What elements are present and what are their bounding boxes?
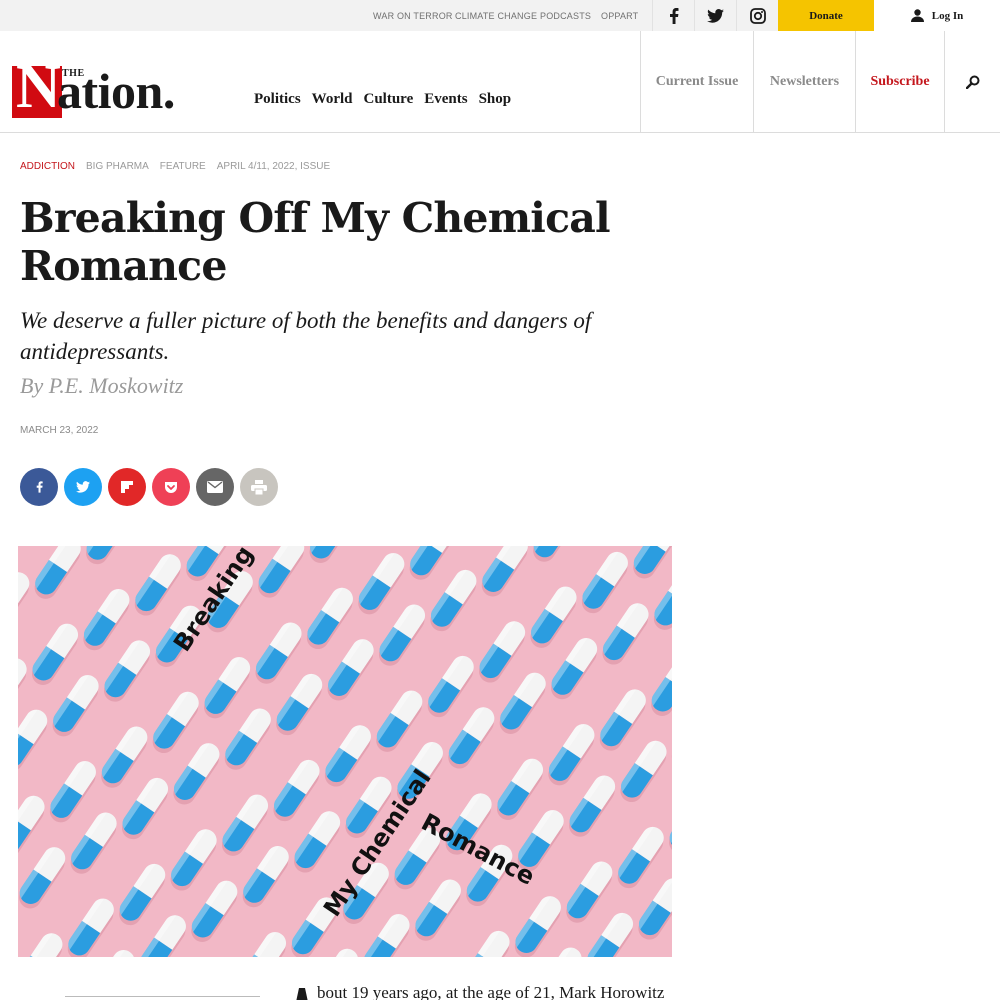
article-headline: Breaking Off My Chemical Romance bbox=[20, 194, 611, 290]
twitter-icon bbox=[76, 481, 90, 493]
article-tags: ADDICTION BIG PHARMA FEATURE APRIL 4/11,… bbox=[20, 161, 341, 172]
email-icon bbox=[207, 481, 223, 493]
drop-cap-a bbox=[296, 988, 308, 1000]
share-flipboard-button[interactable] bbox=[108, 468, 146, 506]
tag-feature[interactable]: FEATURE bbox=[160, 161, 206, 172]
pocket-icon bbox=[165, 481, 177, 493]
instagram-icon bbox=[749, 7, 766, 24]
facebook-link[interactable] bbox=[652, 0, 694, 31]
nav-shop[interactable]: Shop bbox=[479, 91, 512, 108]
search-button[interactable] bbox=[944, 31, 1000, 132]
tag-big-pharma[interactable]: BIG PHARMA bbox=[86, 161, 149, 172]
article-body-first-line: bout 19 years ago, at the age of 21, Mar… bbox=[317, 983, 665, 1000]
article-dek: We deserve a fuller picture of both the … bbox=[20, 308, 592, 364]
user-icon bbox=[910, 9, 924, 22]
twitter-link[interactable] bbox=[694, 0, 736, 31]
logo-n: N bbox=[16, 53, 61, 121]
nav-events[interactable]: Events bbox=[424, 91, 467, 108]
flipboard-icon bbox=[121, 481, 133, 493]
topic-link-climate-change[interactable]: CLIMATE CHANGE bbox=[455, 11, 537, 21]
logo-wordmark: ation. bbox=[57, 63, 175, 119]
share-facebook-button[interactable] bbox=[20, 468, 58, 506]
instagram-link[interactable] bbox=[736, 0, 778, 31]
share-email-button[interactable] bbox=[196, 468, 234, 506]
newsletters-link[interactable]: Newsletters bbox=[753, 31, 855, 132]
subscribe-label: Subscribe bbox=[870, 73, 930, 89]
facebook-icon bbox=[36, 481, 43, 493]
search-icon bbox=[965, 75, 979, 89]
subscribe-link[interactable]: Subscribe bbox=[855, 31, 944, 132]
hero-image: Breaking Off My Chemical Romance bbox=[18, 546, 672, 957]
login-button[interactable]: Log In bbox=[874, 0, 1000, 31]
main-nav: Politics World Culture Events Shop bbox=[254, 91, 522, 108]
donate-button[interactable]: Donate bbox=[778, 0, 874, 31]
newsletters-label: Newsletters bbox=[769, 73, 840, 89]
article-date: MARCH 23, 2022 bbox=[20, 425, 99, 436]
nav-culture[interactable]: Culture bbox=[364, 91, 414, 108]
tag-addiction[interactable]: ADDICTION bbox=[20, 161, 75, 172]
twitter-icon bbox=[707, 8, 724, 23]
nav-world[interactable]: World bbox=[312, 91, 353, 108]
current-issue-link[interactable]: Current Issue bbox=[640, 31, 753, 132]
facebook-icon bbox=[669, 7, 678, 24]
topic-link-oppart[interactable]: OPPART bbox=[601, 11, 638, 21]
utility-bar: WAR ON TERROR CLIMATE CHANGE PODCASTS OP… bbox=[0, 0, 1000, 31]
share-pocket-button[interactable] bbox=[152, 468, 190, 506]
print-button[interactable] bbox=[240, 468, 278, 506]
tag-issue[interactable]: APRIL 4/11, 2022, ISSUE bbox=[217, 161, 330, 172]
topic-link-podcasts[interactable]: PODCASTS bbox=[540, 11, 591, 21]
current-issue-label: Current Issue bbox=[655, 73, 739, 89]
print-icon bbox=[251, 479, 267, 495]
login-label: Log In bbox=[931, 9, 964, 22]
sidebar-divider bbox=[65, 996, 260, 997]
article-byline[interactable]: By P.E. Moskowitz bbox=[20, 373, 183, 399]
nav-politics[interactable]: Politics bbox=[254, 91, 301, 108]
share-buttons bbox=[20, 468, 278, 506]
share-twitter-button[interactable] bbox=[64, 468, 102, 506]
site-logo[interactable]: N THE ation. bbox=[10, 56, 190, 120]
topic-link-war-on-terror[interactable]: WAR ON TERROR bbox=[373, 11, 453, 21]
donate-label: Donate bbox=[809, 9, 843, 22]
